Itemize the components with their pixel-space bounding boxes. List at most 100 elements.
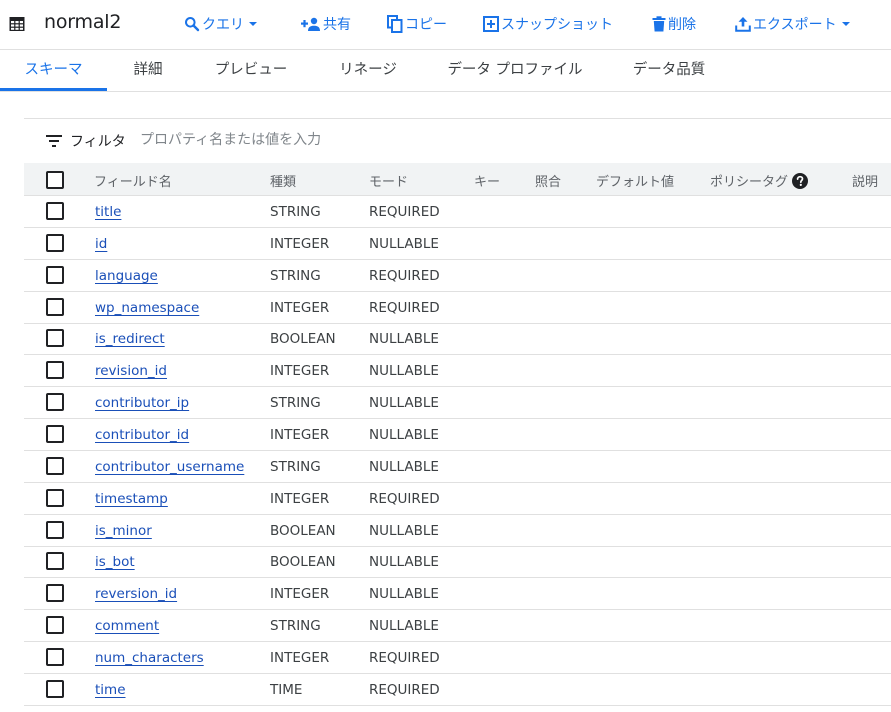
column-header-field-name[interactable]: フィールド名 <box>94 171 172 190</box>
tab-preview[interactable]: プレビュー <box>200 51 302 91</box>
query-label: クエリ <box>202 17 244 33</box>
chevron-down-icon <box>841 22 850 26</box>
column-header-type[interactable]: 種類 <box>270 171 296 190</box>
row-checkbox[interactable] <box>46 393 64 412</box>
row-checkbox[interactable] <box>46 520 64 539</box>
tab-details[interactable]: 詳細 <box>120 51 176 91</box>
select-all-checkbox[interactable] <box>46 171 64 189</box>
row-checkbox[interactable] <box>46 456 64 475</box>
row-checkbox[interactable] <box>46 647 64 666</box>
field-mode: REQUIRED <box>369 299 440 316</box>
column-header-key[interactable]: キー <box>474 171 500 190</box>
table-icon <box>9 17 25 31</box>
field-name-link[interactable]: contributor_username <box>95 459 244 475</box>
tab-schema[interactable]: スキーマ <box>0 51 107 91</box>
field-type: STRING <box>270 458 321 475</box>
column-header-description[interactable]: 説明 <box>852 171 878 190</box>
field-name-link[interactable]: num_characters <box>95 650 204 666</box>
field-mode: REQUIRED <box>369 649 440 666</box>
query-button[interactable]: クエリ <box>184 13 260 35</box>
tab-lineage[interactable]: リネージ <box>324 51 412 91</box>
field-mode: NULLABLE <box>369 395 439 412</box>
row-checkbox[interactable] <box>46 488 64 507</box>
field-name-link[interactable]: language <box>95 268 158 284</box>
field-type: INTEGER <box>270 649 330 666</box>
column-header-collation[interactable]: 照合 <box>535 171 561 190</box>
field-name-link[interactable]: is_minor <box>95 523 152 539</box>
table-row: time TIME REQUIRED <box>24 674 891 706</box>
filter-label: フィルタ <box>70 134 126 150</box>
field-mode: NULLABLE <box>369 554 439 571</box>
field-name-link[interactable]: wp_namespace <box>95 300 199 316</box>
field-name-link[interactable]: title <box>95 204 121 220</box>
table-row: num_characters INTEGER REQUIRED <box>24 642 891 674</box>
table-row: is_minor BOOLEAN NULLABLE <box>24 515 891 547</box>
field-type: INTEGER <box>270 299 330 316</box>
column-header-policy-tags[interactable]: ポリシータグ <box>710 171 809 190</box>
field-mode: NULLABLE <box>369 363 439 380</box>
field-mode: NULLABLE <box>369 618 439 635</box>
field-name-link[interactable]: time <box>95 682 126 698</box>
row-checkbox[interactable] <box>46 233 64 252</box>
field-type: BOOLEAN <box>270 554 336 571</box>
snapshot-button[interactable]: スナップショット <box>483 13 613 35</box>
field-name-link[interactable]: comment <box>95 618 159 634</box>
field-mode: REQUIRED <box>369 267 440 284</box>
row-checkbox[interactable] <box>46 584 64 603</box>
field-type: STRING <box>270 204 321 220</box>
field-type: BOOLEAN <box>270 331 336 348</box>
row-checkbox[interactable] <box>46 297 64 316</box>
field-type: INTEGER <box>270 235 330 252</box>
field-type: INTEGER <box>270 490 330 507</box>
field-name-link[interactable]: reversion_id <box>95 586 177 602</box>
filter-bar: フィルタ <box>24 119 891 163</box>
table-title: normal2 <box>44 11 122 33</box>
table-row: contributor_ip STRING NULLABLE <box>24 387 891 420</box>
field-type: INTEGER <box>270 426 330 443</box>
table-row: is_bot BOOLEAN NULLABLE <box>24 546 891 579</box>
row-checkbox[interactable] <box>46 552 64 571</box>
help-icon[interactable] <box>792 173 809 189</box>
table-row: reversion_id INTEGER NULLABLE <box>24 578 891 611</box>
filter-input[interactable] <box>140 128 500 152</box>
snapshot-label: スナップショット <box>501 17 613 33</box>
share-label: 共有 <box>323 17 351 33</box>
delete-button[interactable]: 削除 <box>652 13 696 35</box>
row-checkbox[interactable] <box>46 329 64 348</box>
field-name-link[interactable]: contributor_id <box>95 427 189 443</box>
table-row: id INTEGER NULLABLE <box>24 228 891 260</box>
tab-bar: スキーマ 詳細 プレビュー リネージ データ プロファイル データ品質 <box>0 51 891 92</box>
row-checkbox[interactable] <box>46 616 64 635</box>
tab-data-quality[interactable]: データ品質 <box>620 51 718 91</box>
chevron-down-icon <box>249 22 257 26</box>
copy-label: コピー <box>405 17 447 33</box>
field-name-link[interactable]: revision_id <box>95 363 167 379</box>
row-checkbox[interactable] <box>46 202 64 220</box>
column-header-default-value[interactable]: デフォルト値 <box>596 171 674 190</box>
row-checkbox[interactable] <box>46 265 64 284</box>
field-name-link[interactable]: is_redirect <box>95 331 165 347</box>
row-checkbox[interactable] <box>46 679 64 698</box>
field-name-link[interactable]: id <box>95 236 107 252</box>
table-row: revision_id INTEGER NULLABLE <box>24 355 891 388</box>
tab-data-profile[interactable]: データ プロファイル <box>438 51 592 91</box>
field-name-link[interactable]: contributor_ip <box>95 395 189 411</box>
share-button[interactable]: 共有 <box>301 13 351 35</box>
table-row: wp_namespace INTEGER REQUIRED <box>24 292 891 324</box>
field-name-link[interactable]: is_bot <box>95 554 135 570</box>
field-mode: REQUIRED <box>369 204 440 220</box>
field-mode: NULLABLE <box>369 586 439 603</box>
table-row: timestamp INTEGER REQUIRED <box>24 483 891 515</box>
copy-icon <box>387 15 403 33</box>
row-checkbox[interactable] <box>46 361 64 380</box>
person-add-icon <box>301 17 320 31</box>
row-checkbox[interactable] <box>46 424 64 443</box>
table-row: is_redirect BOOLEAN NULLABLE <box>24 323 891 356</box>
field-name-link[interactable]: timestamp <box>95 491 168 507</box>
field-type: STRING <box>270 618 321 635</box>
column-header-mode[interactable]: モード <box>369 171 408 190</box>
copy-button[interactable]: コピー <box>387 13 447 35</box>
field-type: STRING <box>270 395 321 412</box>
export-button[interactable]: エクスポート <box>735 13 853 35</box>
table-row: contributor_username STRING NULLABLE <box>24 451 891 483</box>
